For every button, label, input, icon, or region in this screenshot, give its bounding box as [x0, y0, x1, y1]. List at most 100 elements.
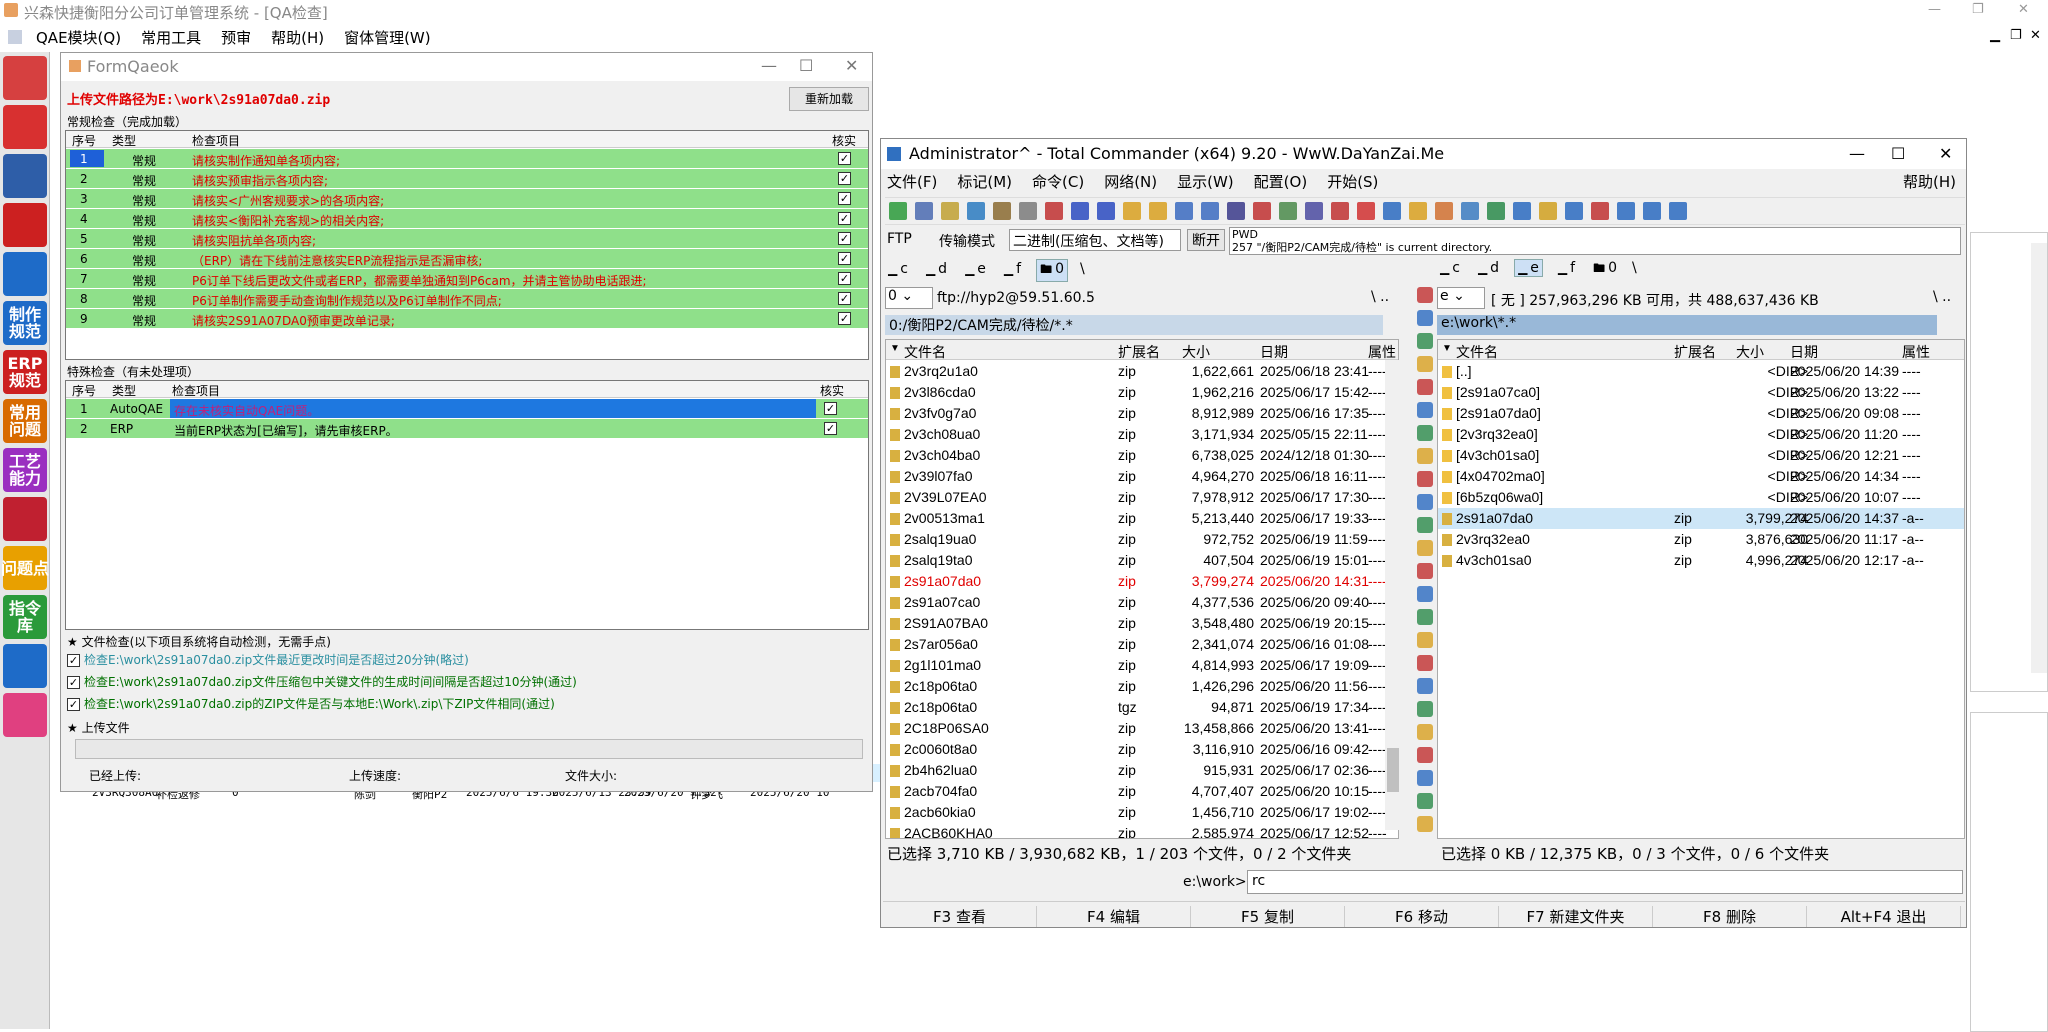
toolbar-button-icon[interactable] [1305, 202, 1323, 220]
toolbar-button-icon[interactable] [1591, 202, 1609, 220]
toolbar-button-icon[interactable] [1565, 202, 1583, 220]
left-col-header-0[interactable]: 文件名 [904, 342, 946, 362]
verify-checkbox[interactable]: ✓ [838, 272, 851, 285]
toolbar-button-icon[interactable] [1331, 202, 1349, 220]
verify-checkbox[interactable]: ✓ [824, 422, 837, 435]
sidebar-button-12[interactable] [3, 644, 47, 688]
mdi-minimize-icon[interactable]: ▁ [1990, 28, 2000, 43]
file-check-checkbox[interactable]: ✓ [67, 698, 80, 711]
toolbar-button-icon[interactable] [1357, 202, 1375, 220]
side-toolbar-icon[interactable] [1417, 655, 1433, 671]
sidebar-button-0[interactable] [3, 56, 47, 100]
side-toolbar-icon[interactable] [1417, 379, 1433, 395]
toolbar-button-icon[interactable] [1253, 202, 1271, 220]
toolbar-button-icon[interactable] [1149, 202, 1167, 220]
left-drive-0[interactable]: 🖿 0 [1036, 259, 1069, 282]
left-col-header-2[interactable]: 大小 [1182, 342, 1210, 362]
side-toolbar-icon[interactable] [1417, 701, 1433, 717]
file-row[interactable]: 2salq19ta0 zip 407,504 2025/06/19 15:01 ---- [886, 550, 1398, 571]
toolbar-button-icon[interactable] [941, 202, 959, 220]
file-check-checkbox[interactable]: ✓ [67, 654, 80, 667]
special-check-row[interactable]: 2 ERP 当前ERP状态为[已编写]，请先审核ERP。 ✓ [66, 419, 868, 439]
file-row[interactable]: 2c18p06ta0 zip 1,426,296 2025/06/20 11:56 --… [886, 676, 1398, 697]
sidebar-button-13[interactable] [3, 693, 47, 737]
tc-menu-item-3[interactable]: 网络(N) [1104, 173, 1157, 191]
verify-checkbox[interactable]: ✓ [838, 232, 851, 245]
side-toolbar-icon[interactable] [1417, 333, 1433, 349]
side-toolbar-icon[interactable] [1417, 517, 1433, 533]
toolbar-button-icon[interactable] [1461, 202, 1479, 220]
sidebar-button-5[interactable]: 制作 规范 [3, 301, 47, 345]
right-drive-c[interactable]: ▁ c [1437, 260, 1463, 276]
right-col-header-3[interactable]: 日期 [1790, 342, 1818, 362]
toolbar-button-icon[interactable] [915, 202, 933, 220]
file-row[interactable]: 2v00513ma1 zip 5,213,440 2025/06/17 19:33 --… [886, 508, 1398, 529]
sidebar-button-11[interactable]: 指令 库 [3, 595, 47, 639]
verify-checkbox[interactable]: ✓ [838, 152, 851, 165]
verify-checkbox[interactable]: ✓ [838, 292, 851, 305]
close-icon[interactable]: ✕ [2018, 2, 2029, 17]
minimize-icon[interactable]: — [1928, 2, 1941, 17]
file-row[interactable]: 2s7ar056a0 zip 2,341,074 2025/06/16 01:08 --… [886, 634, 1398, 655]
normal-check-row[interactable]: 8 常规 P6订单制作需要手动查询制作规范以及P6订单制作不同点; ✓ [66, 289, 868, 309]
restore-icon[interactable]: ❐ [1972, 2, 1984, 17]
tc-maximize-icon[interactable]: ☐ [1891, 144, 1905, 163]
file-row[interactable]: 2acb704fa0 zip 4,707,407 2025/06/20 10:15 --… [886, 781, 1398, 802]
verify-checkbox[interactable]: ✓ [838, 212, 851, 225]
background-scrollbar[interactable] [2031, 243, 2047, 673]
tc-close-icon[interactable]: ✕ [1939, 144, 1952, 163]
file-row[interactable]: 2V39L07EA0 zip 7,978,912 2025/06/17 17:30 --… [886, 487, 1398, 508]
transfer-mode-select[interactable]: 二进制(压缩包、文档等) [1009, 229, 1181, 251]
fkey-button-5[interactable]: F8 删除 [1653, 906, 1807, 927]
file-row[interactable]: 2ACB60KHA0 zip 2,585,974 2025/06/17 12:52 --… [886, 823, 1398, 838]
file-row[interactable]: 4v3ch01sa0 zip 4,996,274 2025/06/20 12:17 -a… [1438, 550, 1964, 571]
left-col-header-3[interactable]: 日期 [1260, 342, 1288, 362]
right-drive-f[interactable]: ▁ f [1555, 260, 1578, 276]
left-path-input[interactable]: ftp://hyp2@59.51.60.5 [937, 290, 1095, 306]
normal-check-row[interactable]: 4 常规 请核实<衡阳补充客规>的相关内容; ✓ [66, 209, 868, 229]
normal-check-row[interactable]: 2 常规 请核实预审指示各项内容; ✓ [66, 169, 868, 189]
toolbar-button-icon[interactable] [1071, 202, 1089, 220]
toolbar-button-icon[interactable] [889, 202, 907, 220]
side-toolbar-icon[interactable] [1417, 770, 1433, 786]
left-drive-f[interactable]: ▁ f [1001, 261, 1024, 277]
verify-checkbox[interactable]: ✓ [838, 192, 851, 205]
file-row[interactable]: 2acb60kia0 zip 1,456,710 2025/06/17 19:02 --… [886, 802, 1398, 823]
verify-checkbox[interactable]: ✓ [838, 252, 851, 265]
verify-checkbox[interactable]: ✓ [838, 312, 851, 325]
left-drive-d[interactable]: ▁ d [923, 261, 950, 277]
sidebar-button-2[interactable] [3, 154, 47, 198]
menu-item-1[interactable]: 常用工具 [141, 27, 201, 48]
tc-help-menu[interactable]: 帮助(H) [1903, 171, 1956, 192]
toolbar-button-icon[interactable] [1175, 202, 1193, 220]
file-row[interactable]: [4x04702ma0] <DIR> 2025/06/20 14:34 ---- [1438, 466, 1964, 487]
sidebar-button-10[interactable]: 问题点 [1, 546, 49, 590]
side-toolbar-icon[interactable] [1417, 747, 1433, 763]
menu-item-0[interactable]: QAE模块(Q) [36, 27, 121, 48]
fkey-button-3[interactable]: F6 移动 [1345, 906, 1499, 927]
toolbar-button-icon[interactable] [1487, 202, 1505, 220]
menu-item-3[interactable]: 帮助(H) [271, 27, 324, 48]
file-row[interactable]: 2v3ch08ua0 zip 3,171,934 2025/05/15 22:11 --… [886, 424, 1398, 445]
right-drive-select[interactable]: e ⌄ [1437, 287, 1485, 309]
file-row[interactable]: 2c0060t8a0 zip 3,116,910 2025/06/16 09:42 --… [886, 739, 1398, 760]
tc-menu-item-5[interactable]: 配置(O) [1254, 173, 1308, 191]
normal-check-row[interactable]: 7 常规 P6订单下线后更改文件或者ERP，都需要单独通知到P6cam，并请主管协助… [66, 269, 868, 289]
fkey-button-6[interactable]: Alt+F4 退出 [1807, 906, 1961, 927]
form-close-icon[interactable]: ✕ [845, 56, 858, 75]
toolbar-button-icon[interactable] [1045, 202, 1063, 220]
verify-checkbox[interactable]: ✓ [838, 172, 851, 185]
toolbar-button-icon[interactable] [1435, 202, 1453, 220]
file-row[interactable]: 2g1l101ma0 zip 4,814,993 2025/06/17 19:09 --… [886, 655, 1398, 676]
file-row[interactable]: 2S91A07BA0 zip 3,548,480 2025/06/19 20:15 --… [886, 613, 1398, 634]
normal-check-row[interactable]: 9 常规 请核实2S91A07DA0预审更改单记录; ✓ [66, 309, 868, 329]
toolbar-button-icon[interactable] [993, 202, 1011, 220]
menu-item-2[interactable]: 预审 [221, 27, 251, 48]
toolbar-button-icon[interactable] [1227, 202, 1245, 220]
special-check-row[interactable]: 1 AutoQAE 存在未核实自动QAE问题。 ✓ [66, 399, 868, 419]
file-row[interactable]: 2v3rq2u1a0 zip 1,622,661 2025/06/18 23:41 --… [886, 361, 1398, 382]
right-col-header-1[interactable]: 扩展名 [1674, 342, 1716, 362]
file-row[interactable]: 2s91a07ca0 zip 4,377,536 2025/06/20 09:40 --… [886, 592, 1398, 613]
side-toolbar-icon[interactable] [1417, 356, 1433, 372]
sidebar-button-8[interactable]: 工艺 能力 [3, 448, 47, 492]
